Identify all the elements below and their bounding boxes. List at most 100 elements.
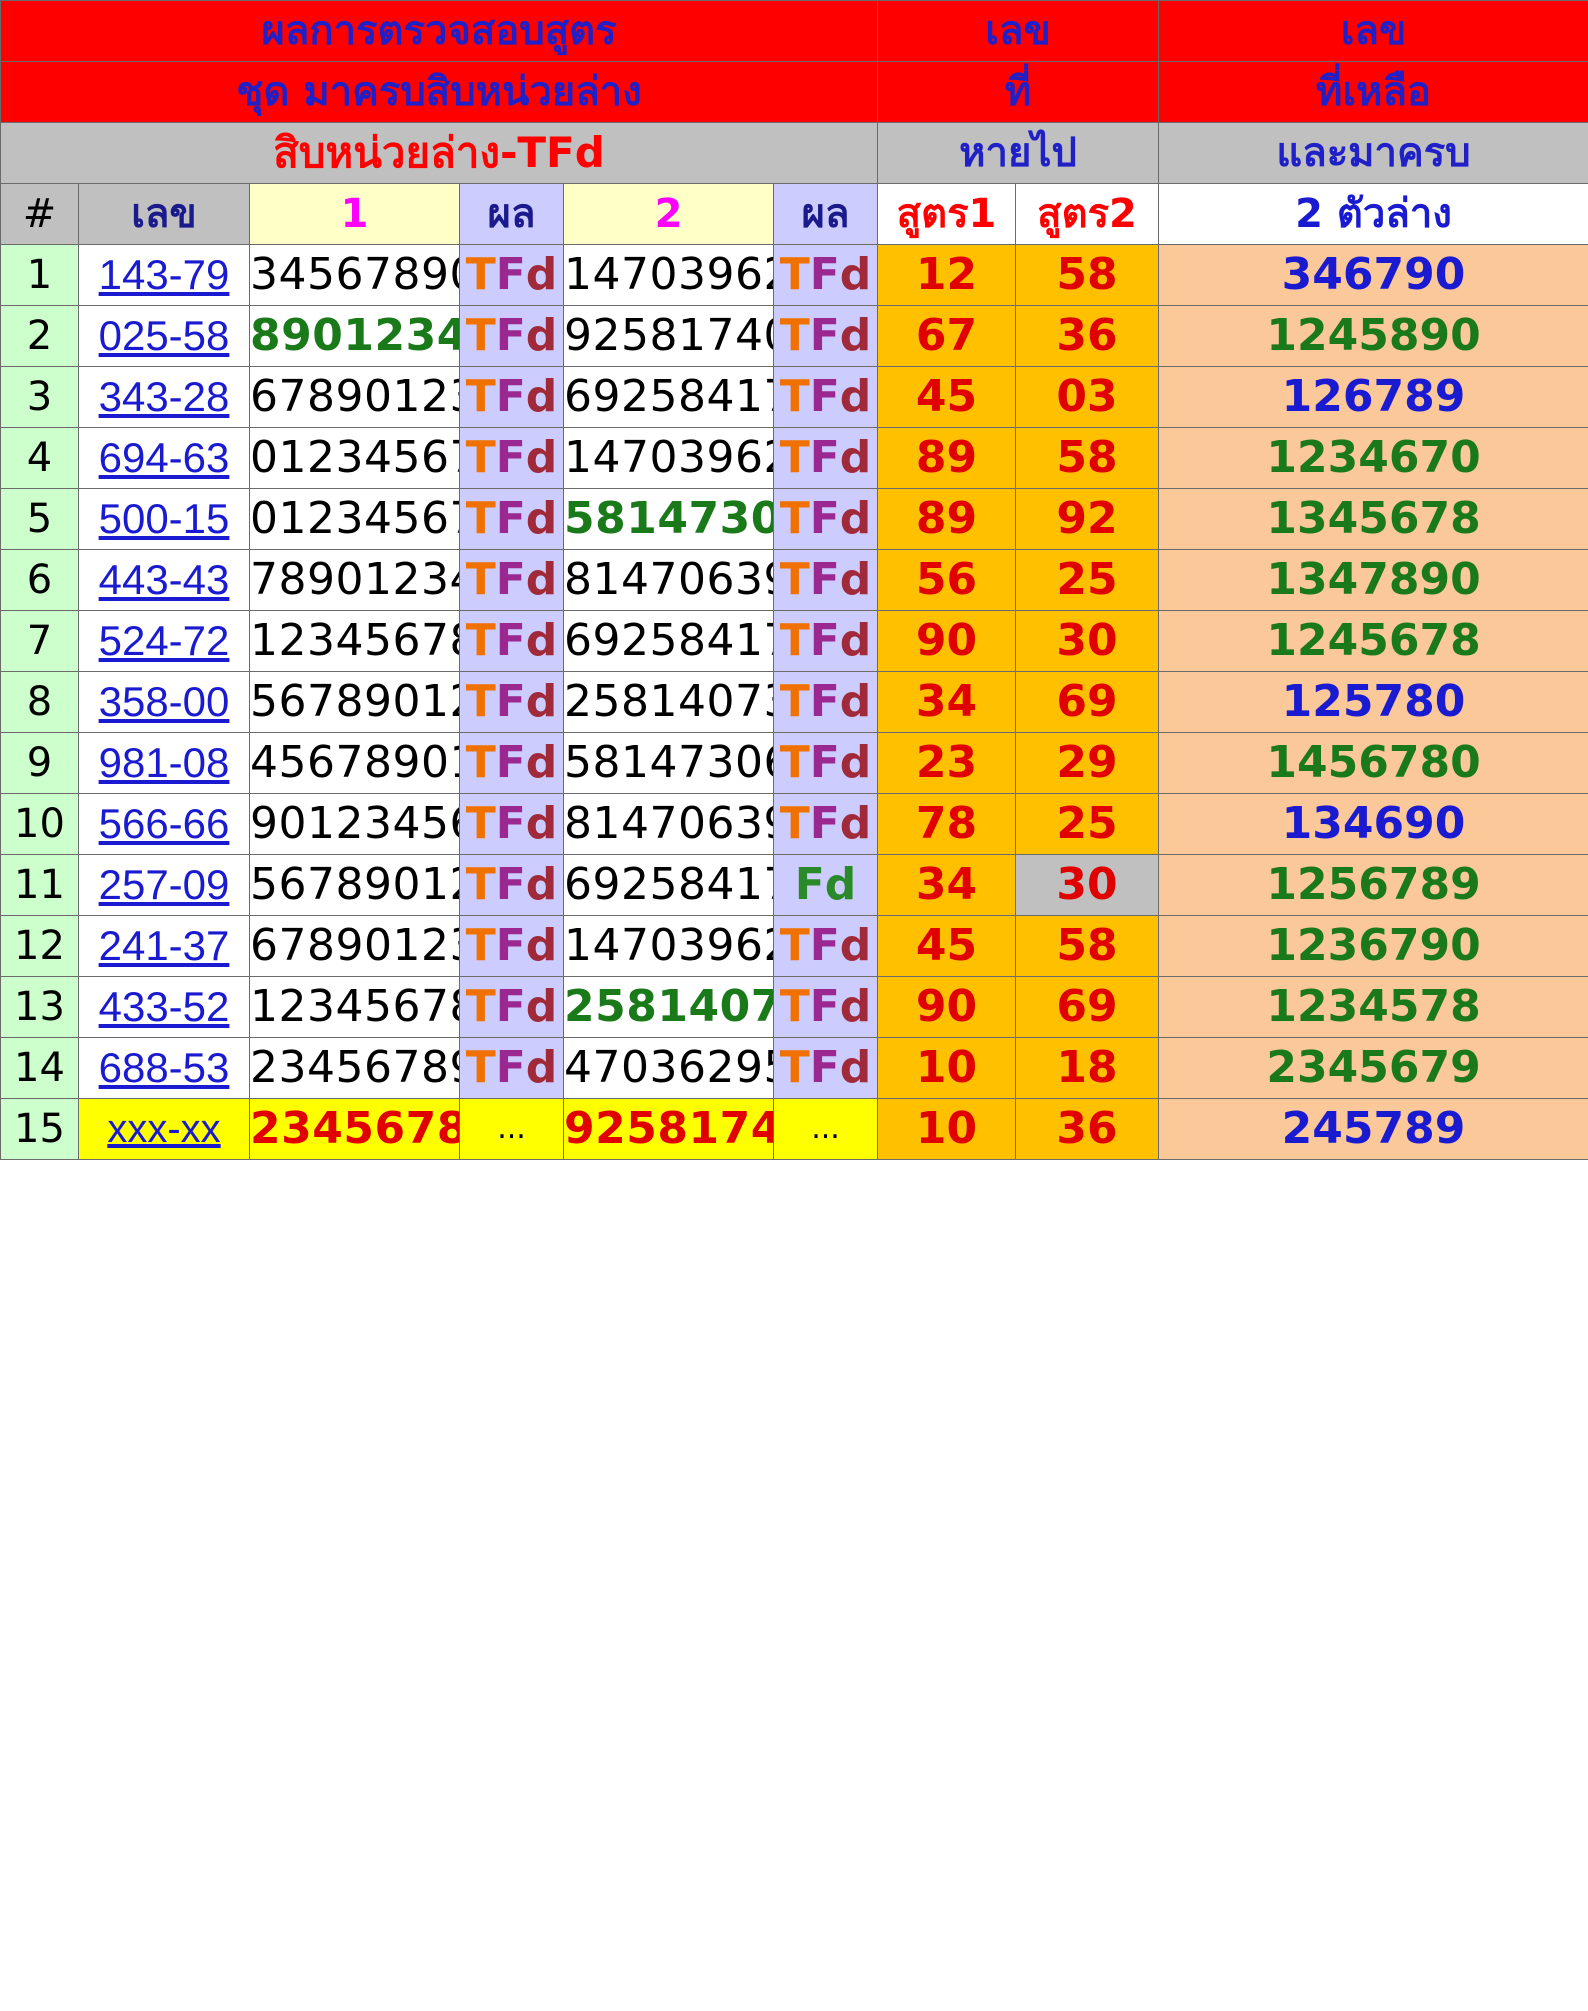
number-link[interactable]: 358-00 [99,678,230,725]
table-row: 14 688-53 23456789 TFd 47036295 TFd 10 18 234567… [0,1037,1588,1099]
set2-digits: 81470639 [563,793,774,855]
result1-cell: TFd [459,854,564,916]
set1-digits: 89012345 [249,305,460,367]
number-link[interactable]: 025-58 [99,312,230,359]
row-number: 14 [0,1037,79,1099]
missing-header-line-1: เลข [877,0,1160,62]
missing-formula1: 89 [877,427,1017,489]
table-row: 12 241-37 67890123 TFd 14703962 TFd 45 58 123679… [0,915,1588,977]
result2-cell: TFd [772,427,879,489]
table-row: 15xxx-xx23456789...92581740...1036245789 [0,1098,1588,1160]
number-link[interactable]: 241-37 [99,922,230,969]
missing-formula2: 58 [1015,427,1160,489]
result2-cell: ... [772,1098,879,1160]
number-link[interactable]: xxx-xx [107,1107,220,1151]
missing-formula1: 78 [877,793,1017,855]
number-cell: 981-08 [78,732,250,794]
missing-formula1: 12 [877,244,1017,306]
number-cell: 500-15 [78,488,250,550]
result1-cell: ... [459,1098,564,1160]
number-link[interactable]: 981-08 [99,739,230,786]
missing-formula1: 34 [877,854,1017,916]
table-row: 10 566-66 90123456 TFd 81470639 TFd 78 25 134690 [0,793,1588,855]
set2-digits: 69258417 [563,854,774,916]
table-row: 8 358-00 56789012 TFd 25814073 TFd 34 69 125780 [0,671,1588,733]
set2-digits: 58147306 [563,732,774,794]
remaining-digits: 346790 [1158,244,1588,306]
set1-digits: 67890123 [249,366,460,428]
title-line-1: ผลการตรวจสอบสูตร [0,0,879,62]
set2-digits: 14703962 [563,427,774,489]
remain-header-line-3: และมาครบ [1158,122,1588,184]
number-link[interactable]: 257-09 [99,861,230,908]
number-cell: 566-66 [78,793,250,855]
set2-digits: 14703962 [563,244,774,306]
number-cell: 358-00 [78,671,250,733]
result2-cell: TFd [772,305,879,367]
set1-digits: 12345678 [249,976,460,1038]
set2-digits: 47036295 [563,1037,774,1099]
number-link[interactable]: 143-79 [99,251,230,298]
remaining-digits: 134690 [1158,793,1588,855]
number-link[interactable]: 694-63 [99,434,230,481]
missing-formula1: 56 [877,549,1017,611]
set2-digits: 58147306 [563,488,774,550]
result2-cell: TFd [772,610,879,672]
missing-formula2: 25 [1015,549,1160,611]
number-link[interactable]: 343-28 [99,373,230,420]
formula-check-table: ผลการตรวจสอบสูตร เลข เลข ชุด มาครบสิบหน่… [0,0,1588,1160]
number-cell: 524-72 [78,610,250,672]
table-row: 7 524-72 12345678 TFd 69258417 TFd 90 30 1245678 [0,610,1588,672]
number-link[interactable]: 500-15 [99,495,230,542]
number-cell: 143-79 [78,244,250,306]
number-cell: 688-53 [78,1037,250,1099]
number-link[interactable]: 433-52 [99,983,230,1030]
result1-cell: TFd [459,366,564,428]
result2-cell: TFd [772,549,879,611]
remaining-digits: 1345678 [1158,488,1588,550]
missing-formula2: 30 [1015,610,1160,672]
set2-digits: 69258417 [563,610,774,672]
result1-cell: TFd [459,976,564,1038]
missing-formula2: 92 [1015,488,1160,550]
row-number: 6 [0,549,79,611]
missing-formula2: 58 [1015,915,1160,977]
set1-digits: 12345678 [249,610,460,672]
result1-cell: TFd [459,1037,564,1099]
result1-cell: TFd [459,915,564,977]
number-link[interactable]: 443-43 [99,556,230,603]
col-formula2: สูตร2 [1015,183,1160,245]
missing-header-line-2: ที่ [877,61,1160,123]
col-set2: 2 [563,183,774,245]
number-link[interactable]: 566-66 [99,800,230,847]
set1-digits: 56789012 [249,671,460,733]
result2-cell: TFd [772,671,879,733]
table-row: 1 143-79 34567890 TFd 14703962 TFd 12 58 346790 [0,244,1588,306]
missing-formula1: 45 [877,366,1017,428]
set2-digits: 69258417 [563,366,774,428]
missing-formula1: 10 [877,1098,1017,1160]
remaining-digits: 1234670 [1158,427,1588,489]
missing-formula1: 10 [877,1037,1017,1099]
number-cell: 025-58 [78,305,250,367]
set2-digits: 25814073 [563,976,774,1038]
missing-header-line-3: หายไป [877,122,1160,184]
number-link[interactable]: 688-53 [99,1044,230,1091]
header-row-2: ชุด มาครบสิบหน่วยล่าง ที่ ที่เหลือ [0,61,1588,123]
result2-cell: TFd [772,488,879,550]
result1-cell: TFd [459,671,564,733]
set1-digits: 23456789 [249,1098,460,1160]
row-number: 4 [0,427,79,489]
header-row-1: ผลการตรวจสอบสูตร เลข เลข [0,0,1588,62]
table-row: 9 981-08 45678901 TFd 58147306 TFd 23 29 1456780 [0,732,1588,794]
result2-cell: TFd [772,976,879,1038]
missing-formula2: 36 [1015,1098,1160,1160]
missing-formula2: 03 [1015,366,1160,428]
result1-cell: TFd [459,488,564,550]
number-link[interactable]: 524-72 [99,617,230,664]
set1-digits: 45678901 [249,732,460,794]
row-number: 3 [0,366,79,428]
result2-cell: TFd [772,1037,879,1099]
col-result1: ผล [459,183,564,245]
result2-cell: TFd [772,732,879,794]
